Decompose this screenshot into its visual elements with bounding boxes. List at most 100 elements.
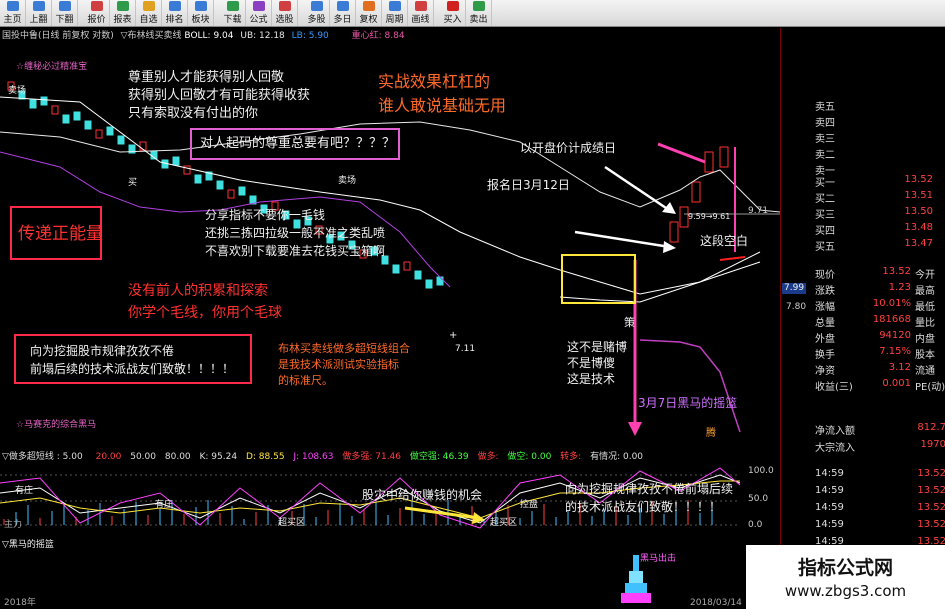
buy-level-price: 13.50 bbox=[904, 206, 933, 217]
gap-arrow bbox=[719, 256, 746, 261]
sub-label-4: 超买区 bbox=[490, 518, 518, 528]
quote-row: 收益(三) 0.001 PE(动) bbox=[815, 378, 945, 394]
share-text-2: 还挑三拣四拉级一般不准之类乱喷 bbox=[205, 226, 386, 240]
toolbar-button-label: 主页 bbox=[3, 15, 22, 25]
arrow-open bbox=[604, 165, 673, 214]
toolbar-button-13[interactable]: 复权 bbox=[356, 0, 382, 26]
stat-label-2: 流通 bbox=[915, 366, 935, 377]
toolbar-button-4[interactable]: 报表 bbox=[110, 0, 136, 26]
price-971: 9.71 bbox=[748, 206, 769, 216]
download-icon bbox=[226, 1, 239, 11]
stock-picker-icon bbox=[278, 1, 291, 11]
candle bbox=[194, 174, 202, 184]
arrow-report bbox=[574, 230, 671, 249]
stat-label: 净资 bbox=[815, 366, 835, 377]
yellow-box bbox=[561, 254, 636, 304]
stat-value: 10.01% bbox=[872, 298, 911, 309]
candle bbox=[392, 264, 400, 274]
period-icon bbox=[388, 1, 401, 11]
salute2-text-2: 的技术派战友们致敬！！！！ bbox=[565, 500, 722, 514]
toolbar-button-label: 多日 bbox=[333, 15, 352, 25]
candle bbox=[704, 151, 714, 173]
toolbar-button-label: 周期 bbox=[385, 15, 404, 25]
quote-icon bbox=[90, 1, 103, 11]
axis-100: 100.0 bbox=[748, 466, 774, 476]
toolbar-button-0[interactable]: 主页 bbox=[0, 0, 26, 26]
toolbar-button-label: 报表 bbox=[113, 15, 132, 25]
candle bbox=[73, 111, 81, 121]
candle bbox=[62, 114, 70, 124]
sell-level-label: 卖三 bbox=[815, 134, 835, 145]
toolbar-button-15[interactable]: 画线 bbox=[408, 0, 434, 26]
date-left: 2018年 bbox=[4, 598, 36, 608]
stat-value: 1.23 bbox=[888, 282, 911, 293]
quote-row: 买三 13.50 bbox=[815, 206, 945, 222]
salute-text-2: 前塌后续的技术派战友们致敬！！！！ bbox=[30, 362, 235, 376]
quote-row: 14:59 13.52 bbox=[815, 468, 945, 484]
buy-icon bbox=[446, 1, 459, 11]
tick-time: 14:59 bbox=[815, 502, 844, 513]
candle bbox=[414, 270, 422, 280]
ind-v80: 80.00 bbox=[164, 452, 191, 462]
flow-value: 812.7 bbox=[917, 422, 945, 433]
salute-box bbox=[14, 334, 252, 384]
multi-day-icon bbox=[336, 1, 349, 11]
candle bbox=[29, 99, 37, 109]
toolbar-button-12[interactable]: 多日 bbox=[330, 0, 356, 26]
magenta-arrow-head bbox=[628, 422, 642, 436]
ind-name: ▽做多超短线 : 5.00 bbox=[2, 452, 83, 462]
stat-value: 3.12 bbox=[888, 362, 911, 373]
toolbar-button-label: 下翻 bbox=[55, 15, 74, 25]
tick-price: 13.52 bbox=[917, 468, 945, 479]
toolbar-button-16[interactable]: 买入 bbox=[440, 0, 466, 26]
stat-value: 7.15% bbox=[879, 346, 911, 357]
flow-label: 大宗流入 bbox=[815, 443, 855, 454]
flow-value: 1970 bbox=[920, 439, 945, 450]
sell-level-label: 卖五 bbox=[815, 102, 835, 113]
pioneers-text-1: 没有前人的积累和探索 bbox=[128, 283, 268, 299]
share-text-3: 不喜欢别下载要准去花钱买宝箱啊 bbox=[205, 244, 386, 258]
stat-value: 13.52 bbox=[882, 266, 911, 277]
quote-row: 买二 13.51 bbox=[815, 190, 945, 206]
toolbar-button-11[interactable]: 多股 bbox=[304, 0, 330, 26]
buy-label-1: 买 bbox=[128, 178, 138, 188]
flow-label: 净流入额 bbox=[815, 426, 855, 437]
bottom-right-label: 腾 bbox=[706, 428, 716, 439]
toolbar-button-9[interactable]: 公式 bbox=[246, 0, 272, 26]
axis-50: 50.0 bbox=[748, 494, 769, 504]
arrow-report-head bbox=[663, 241, 676, 253]
quote-row: 净资 3.12 流通 bbox=[815, 362, 945, 378]
quote-row: 涨幅 10.01% 最低 bbox=[815, 298, 945, 314]
toolbar-button-label: 卖出 bbox=[469, 15, 488, 25]
candle bbox=[216, 180, 224, 190]
tick-time: 14:59 bbox=[815, 485, 844, 496]
buy-level-label: 买二 bbox=[815, 194, 835, 205]
buy-level-label: 买四 bbox=[815, 226, 835, 237]
ind-k: K: 95.24 bbox=[199, 452, 238, 462]
toolbar-button-8[interactable]: 下载 bbox=[220, 0, 246, 26]
toolbar-button-1[interactable]: 上翻 bbox=[26, 0, 52, 26]
sell-level-label: 卖二 bbox=[815, 150, 835, 161]
page-up-icon bbox=[32, 1, 45, 11]
draw-line-icon bbox=[414, 1, 427, 11]
tick-time: 14:59 bbox=[815, 519, 844, 530]
quote-row: 买四 13.48 bbox=[815, 222, 945, 238]
toolbar-button-14[interactable]: 周期 bbox=[382, 0, 408, 26]
toolbar-button-7[interactable]: 板块 bbox=[188, 0, 214, 26]
cross-label: + bbox=[449, 330, 458, 341]
quote-row: 净流入额 812.7 bbox=[815, 422, 945, 438]
candle bbox=[238, 186, 246, 196]
buy-level-price: 13.47 bbox=[904, 238, 933, 249]
toolbar-button-10[interactable]: 选股 bbox=[272, 0, 298, 26]
lb-value: LB: 5.90 bbox=[291, 31, 329, 41]
toolbar-button-5[interactable]: 自选 bbox=[136, 0, 162, 26]
candle bbox=[436, 276, 444, 286]
salute2-text-1: 向为挖掘规律孜孜不倦前塌后续 bbox=[565, 482, 734, 496]
toolbar-button-6[interactable]: 排名 bbox=[162, 0, 188, 26]
toolbar-button-3[interactable]: 报价 bbox=[84, 0, 110, 26]
toolbar-button-17[interactable]: 卖出 bbox=[466, 0, 492, 26]
respect-text-1: 尊重别人才能获得别人回敬 bbox=[128, 70, 285, 85]
ind-short-dom: 做空强: 46.39 bbox=[409, 452, 469, 462]
dark-horse-text: 3月7日黑马的摇篮 bbox=[638, 396, 738, 410]
toolbar-button-2[interactable]: 下翻 bbox=[52, 0, 78, 26]
